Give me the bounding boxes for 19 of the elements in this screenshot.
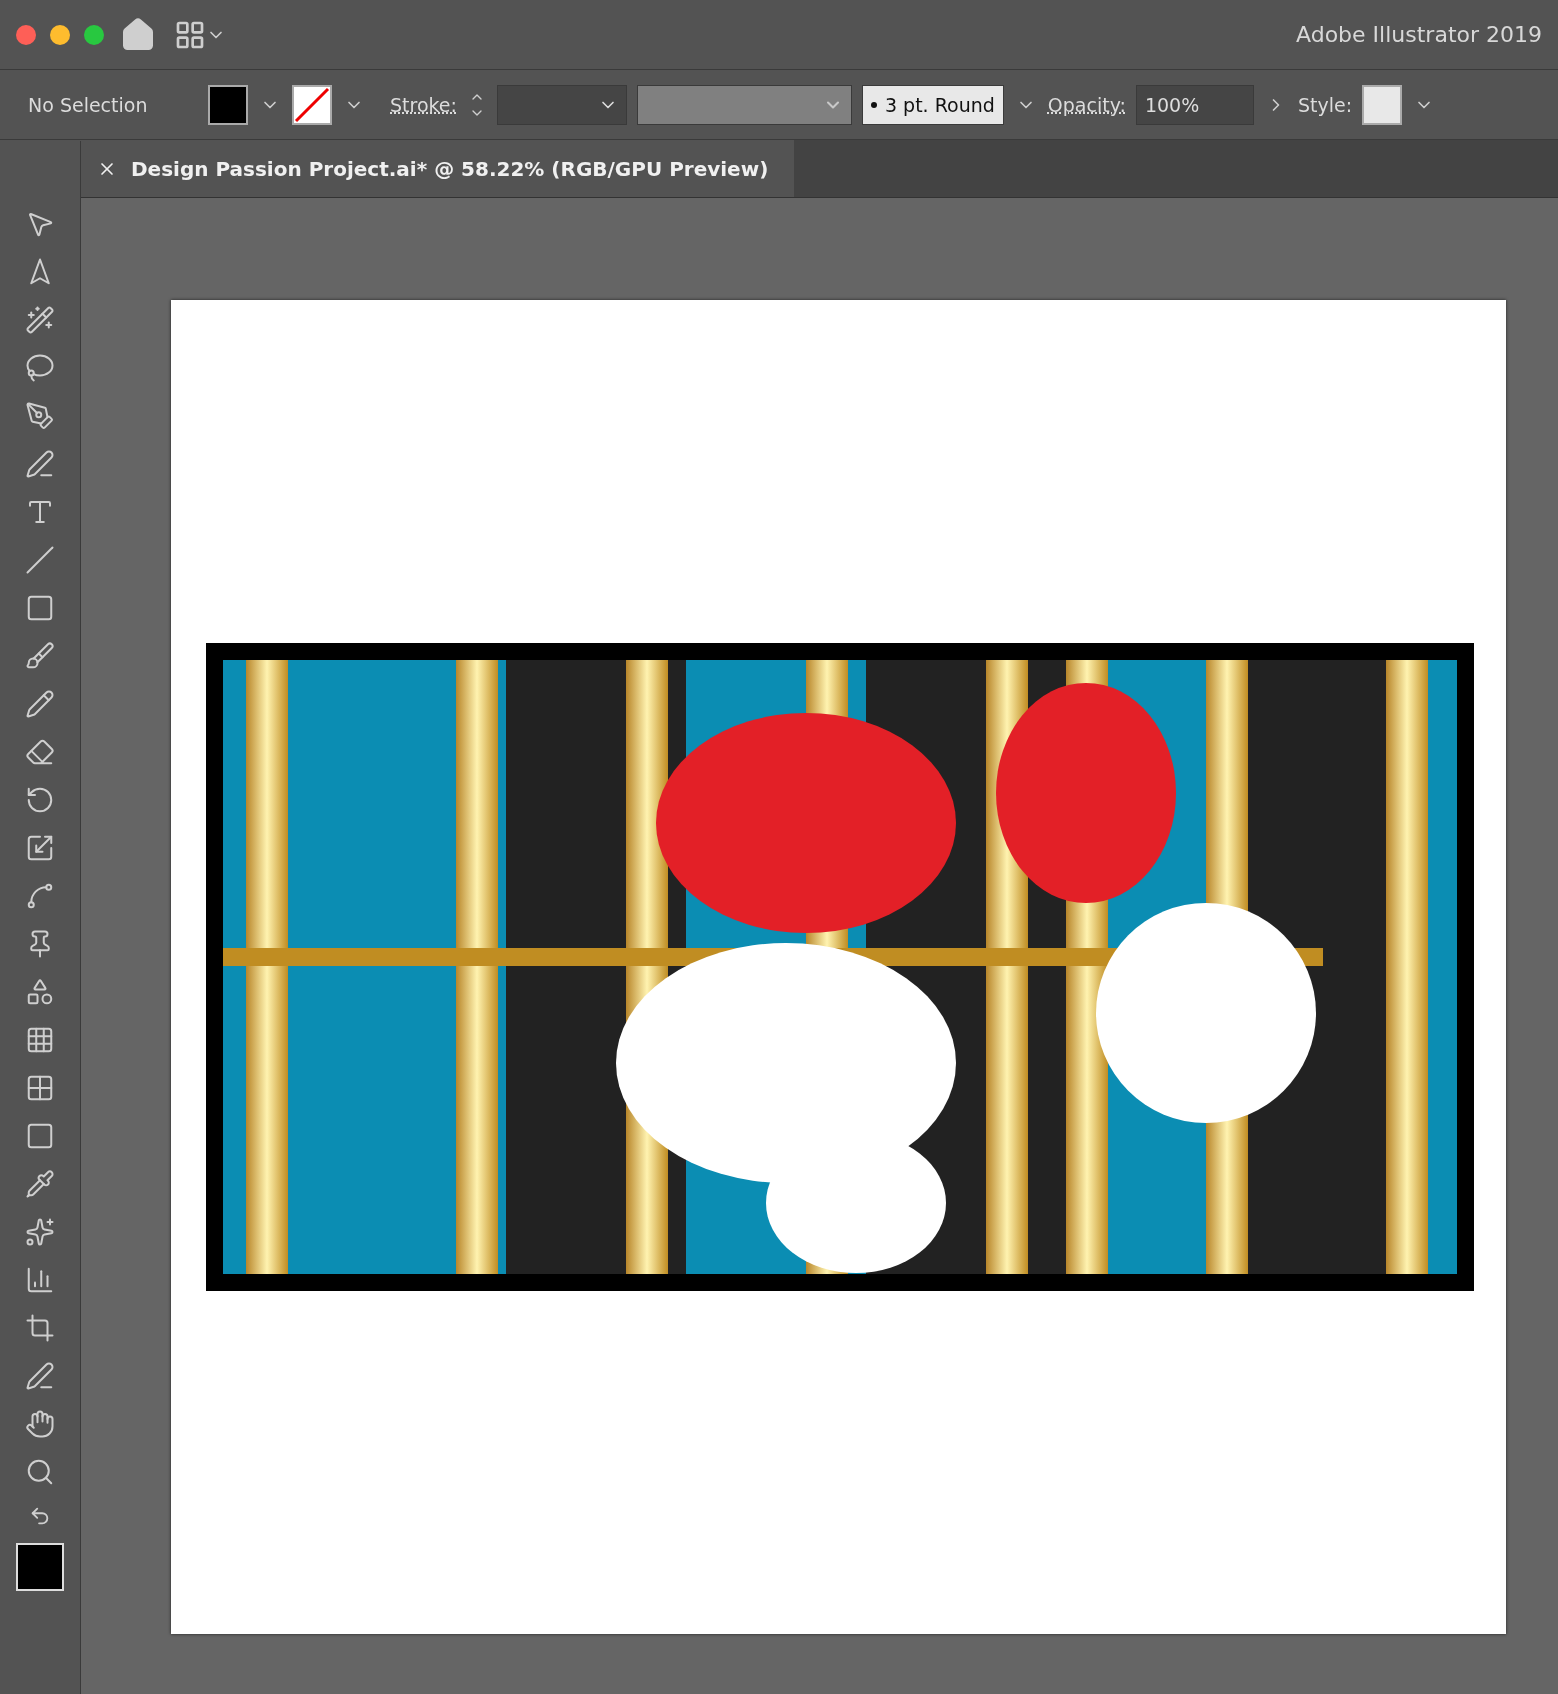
fill-color-box[interactable]: [16, 1543, 64, 1591]
close-window-button[interactable]: [16, 24, 36, 45]
line-tool[interactable]: [23, 543, 57, 577]
window-title: Adobe Illustrator 2019: [1296, 22, 1542, 47]
style-swatch[interactable]: [1362, 84, 1403, 125]
opacity-field[interactable]: 100%: [1135, 84, 1254, 125]
stroke-label[interactable]: Stroke:: [390, 93, 457, 116]
stroke-swatch[interactable]: [292, 84, 332, 125]
variable-width-dropdown[interactable]: [636, 84, 852, 125]
stroke-weight-field[interactable]: [496, 84, 627, 125]
brush-dot-icon: [870, 101, 877, 108]
fill-swatch[interactable]: [208, 84, 248, 125]
opacity-label[interactable]: Opacity:: [1047, 93, 1126, 116]
document-tab[interactable]: Design Passion Project.ai* @ 58.22% (RGB/GPU Preview): [81, 140, 795, 197]
selection-status: No Selection: [28, 93, 149, 116]
brush-dropdown[interactable]: 3 pt. Round: [861, 84, 1004, 125]
minimize-window-button[interactable]: [50, 24, 70, 45]
style-label: Style:: [1297, 93, 1353, 116]
zoom-window-button[interactable]: [84, 24, 104, 45]
